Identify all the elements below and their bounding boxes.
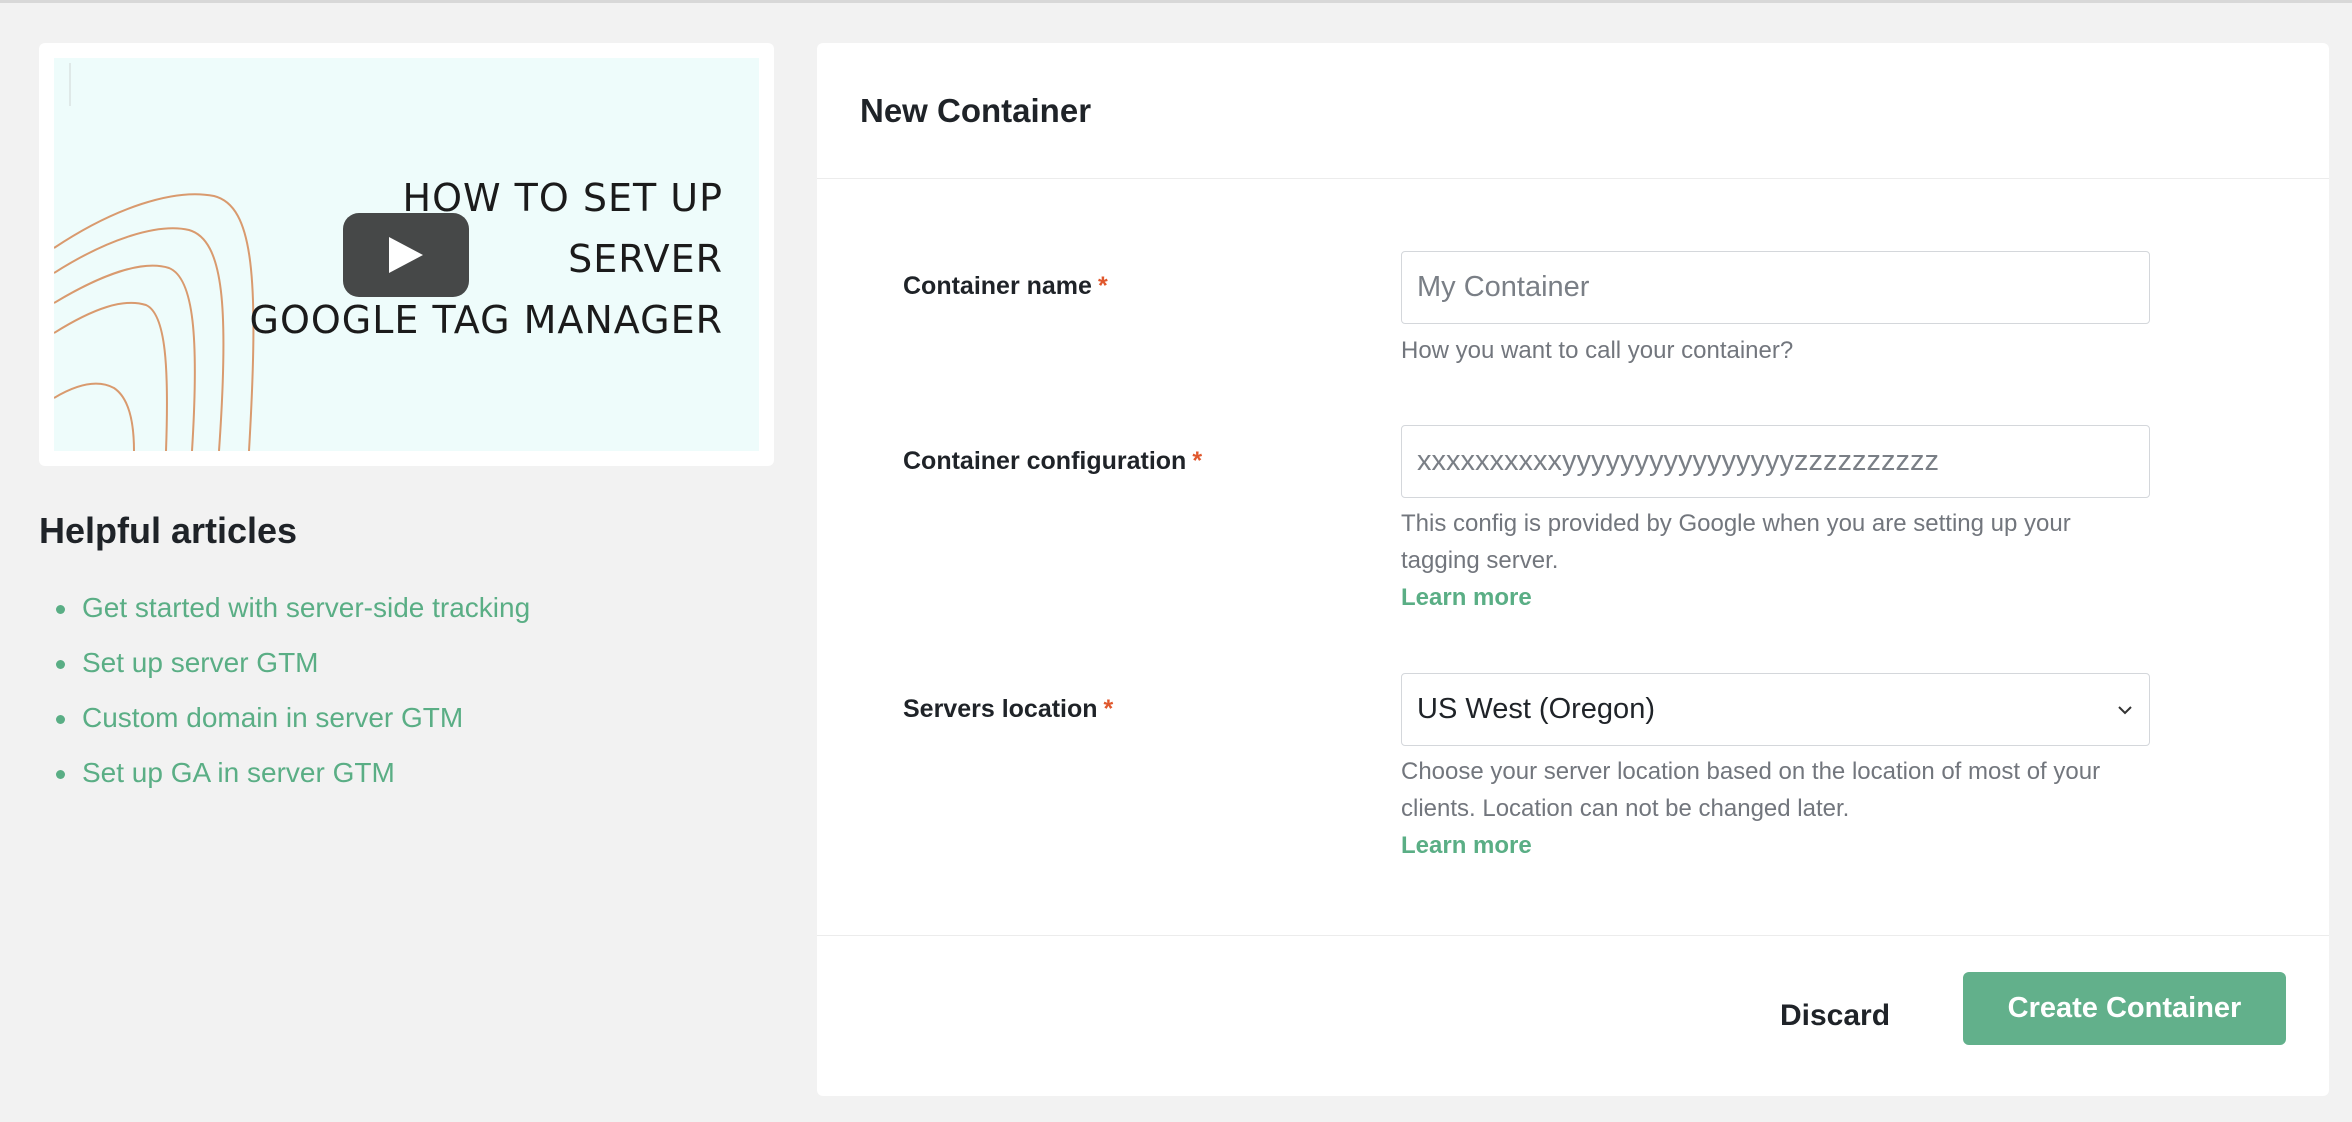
list-item: Get started with server-side tracking [39,585,530,640]
page-title: New Container [860,91,1092,129]
play-button[interactable] [343,213,469,297]
panel-header: New Container [817,43,2329,179]
list-item: Set up GA in server GTM [39,750,530,805]
container-config-label: Container configuration * [903,447,1203,475]
servers-location-select[interactable]: US West (Oregon) [1401,673,2150,746]
required-mark: * [1192,447,1203,475]
article-link[interactable]: Custom domain in server GTM [82,702,463,733]
article-link[interactable]: Set up GA in server GTM [82,757,395,788]
container-config-help: This config is provided by Google when y… [1401,505,2141,616]
selected-location: US West (Oregon) [1417,693,1655,725]
play-icon [389,237,423,273]
container-name-help: How you want to call your container? [1401,337,1794,364]
video-thumbnail[interactable]: HOW TO SET UP SERVER GOOGLE TAG MANAGER [54,58,759,451]
servers-location-help: Choose your server location based on the… [1401,753,2161,864]
container-name-input[interactable] [1401,251,2150,324]
video-title: HOW TO SET UP SERVER GOOGLE TAG MANAGER [249,176,723,342]
learn-more-link[interactable]: Learn more [1401,827,2161,864]
list-item: Set up server GTM [39,640,530,695]
container-name-label: Container name * [903,272,1108,300]
required-mark: * [1097,272,1108,300]
video-card: HOW TO SET UP SERVER GOOGLE TAG MANAGER [39,43,774,466]
container-config-input[interactable] [1401,425,2150,498]
new-container-panel: New Container Container name* How you wa… [817,43,2329,1096]
discard-button[interactable]: Discard [1735,988,1935,1044]
helpful-articles-title: Helpful articles [39,510,298,551]
list-item: Custom domain in server GTM [39,695,530,750]
top-border [0,0,2352,3]
articles-list: Get started with server-side tracking Se… [39,585,530,805]
chevron-down-icon [2118,705,2132,714]
article-link[interactable]: Get started with server-side tracking [82,592,530,623]
learn-more-link[interactable]: Learn more [1401,579,2141,616]
servers-location-label: Servers location * [903,695,1114,723]
required-mark: * [1103,695,1114,723]
create-container-button[interactable]: Create Container [1963,972,2286,1045]
panel-footer: Discard Create Container [817,935,2329,1096]
article-link[interactable]: Set up server GTM [82,647,319,678]
